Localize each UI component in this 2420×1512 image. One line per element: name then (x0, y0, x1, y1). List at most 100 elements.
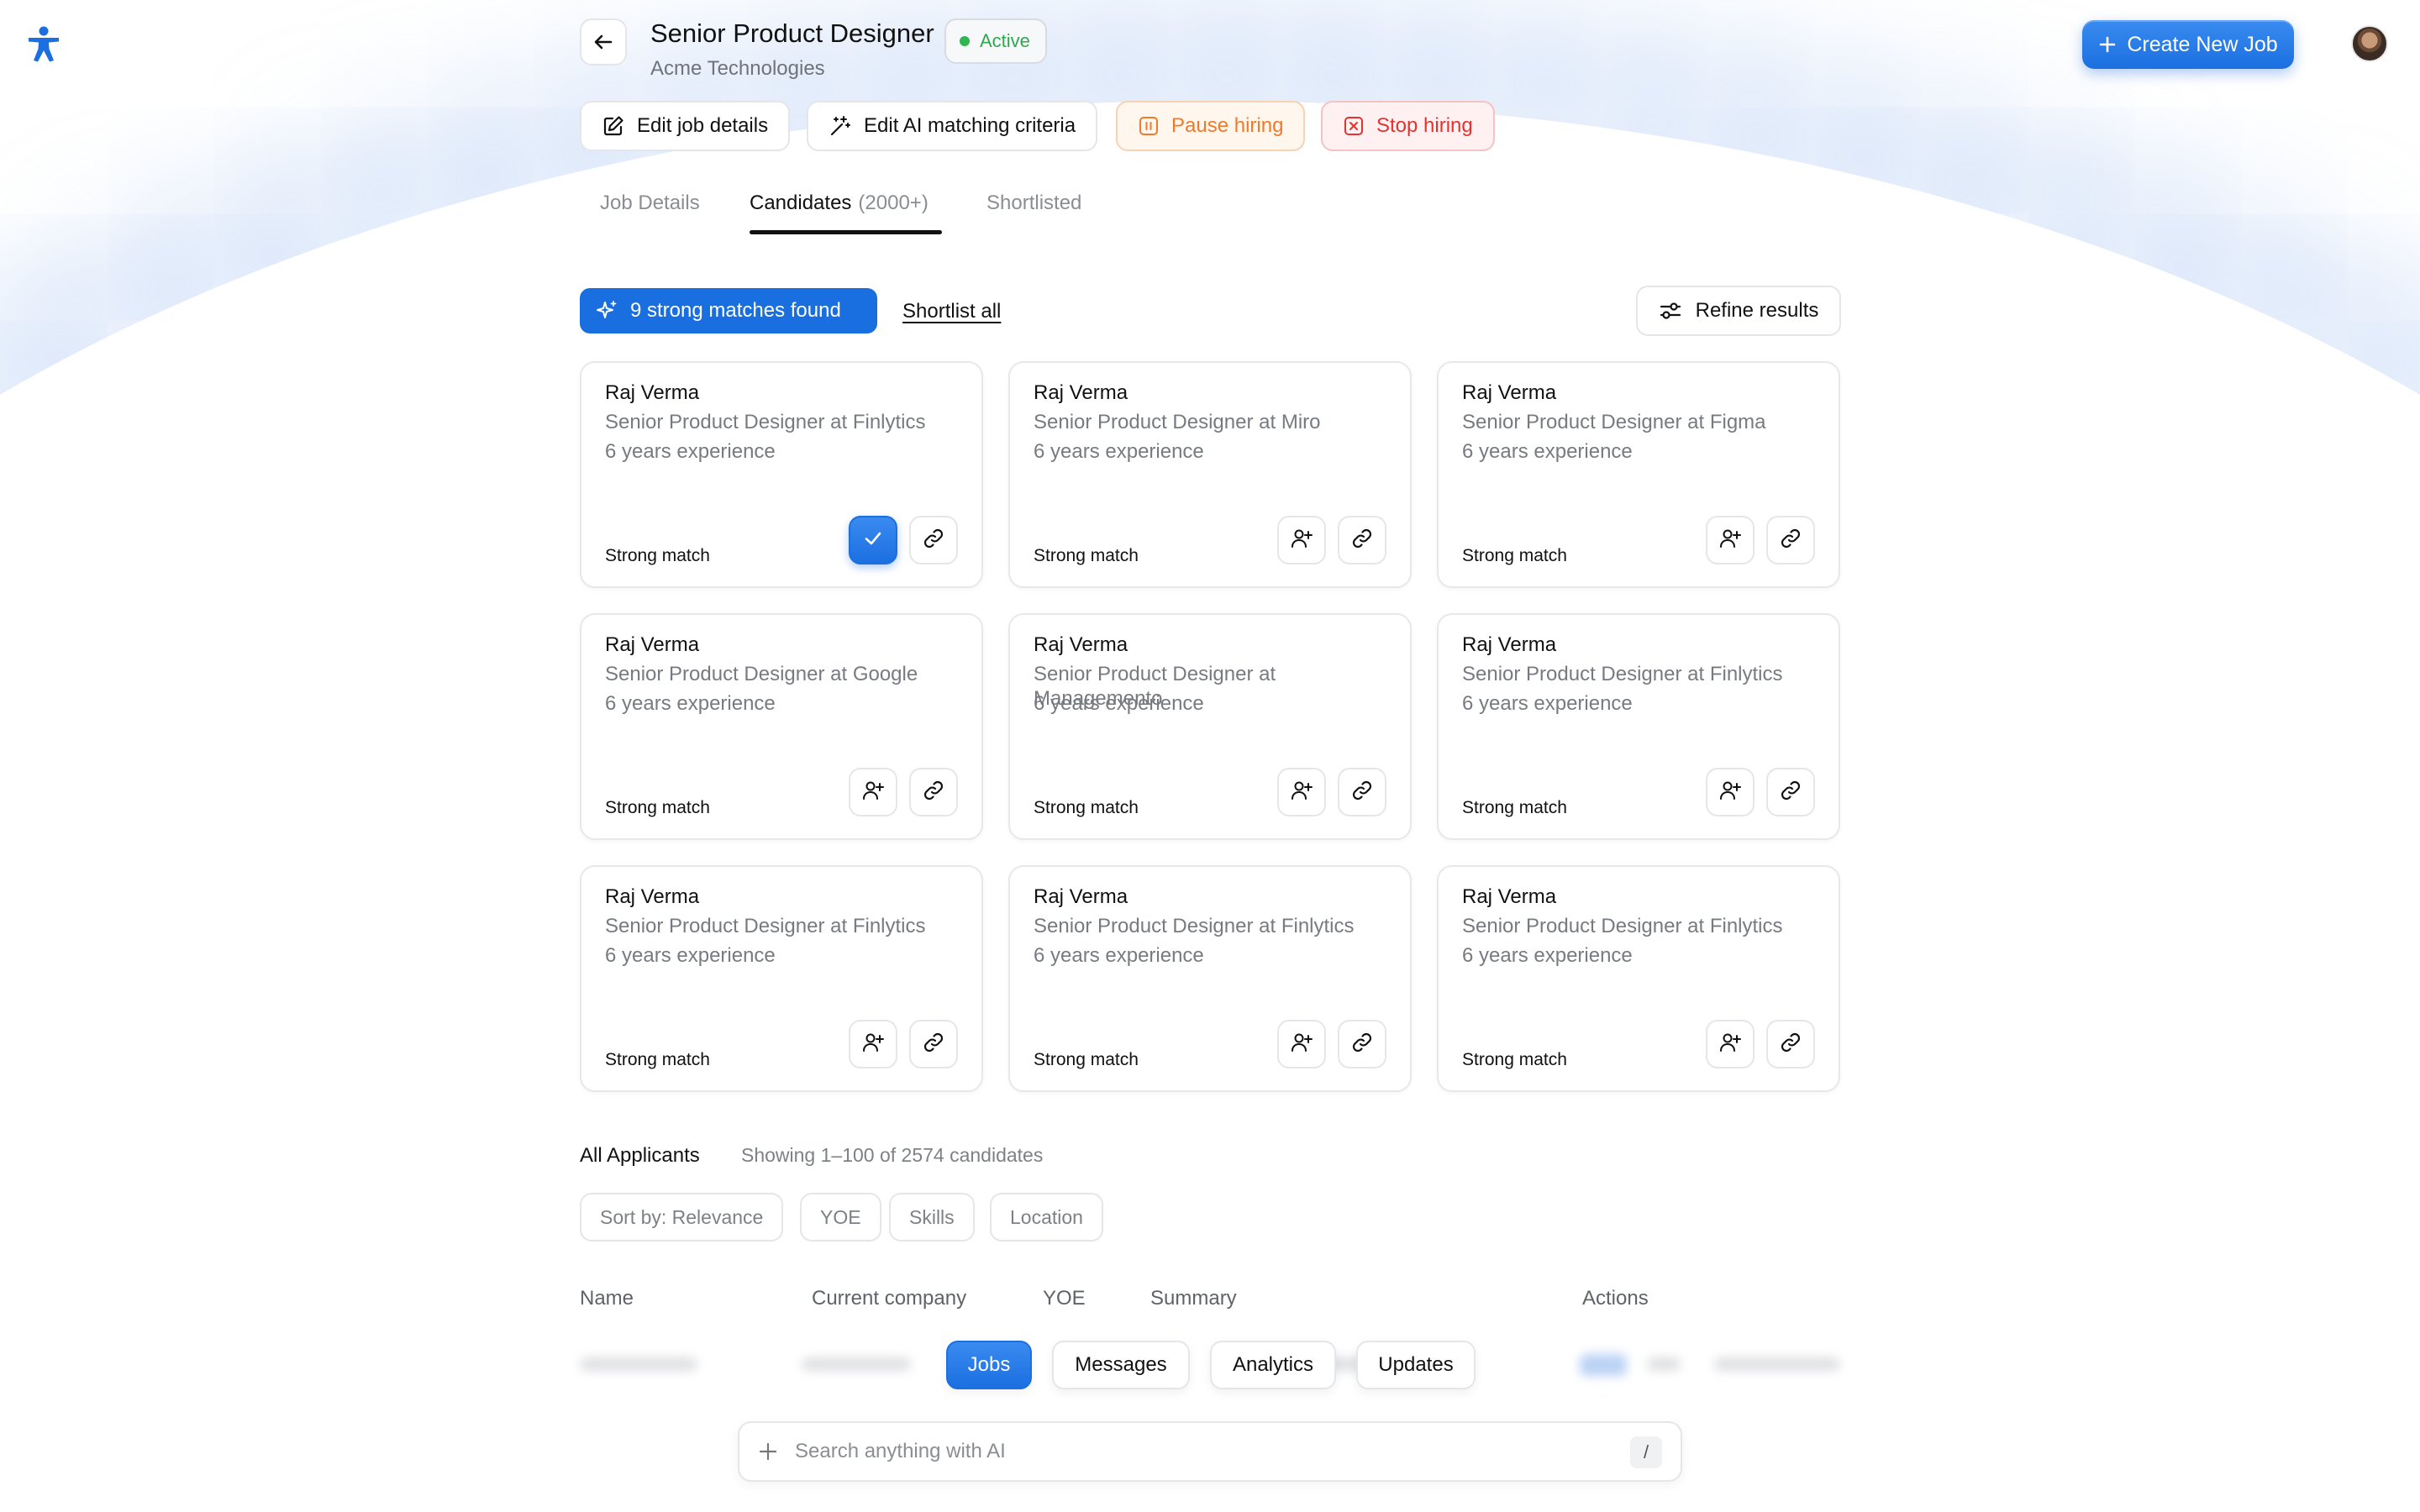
nav-jobs[interactable]: Jobs (946, 1341, 1032, 1389)
nav-analytics[interactable]: Analytics (1210, 1341, 1336, 1389)
candidate-card[interactable]: Raj Verma Senior Product Designer at Miro… (1008, 361, 1412, 588)
refine-results-label: Refine results (1695, 299, 1819, 322)
candidate-card[interactable]: Raj Verma Senior Product Designer at Finl… (1437, 613, 1840, 840)
candidate-card[interactable]: Raj Verma Senior Product Designer at Finl… (580, 865, 983, 1092)
ai-search-bar[interactable]: Search anything with AI / (738, 1421, 1682, 1482)
shortlist-candidate-button[interactable] (849, 1020, 897, 1068)
candidate-experience: 6 years experience (605, 440, 776, 463)
check-icon (862, 528, 884, 554)
edit-ai-criteria-button[interactable]: Edit AI matching criteria (807, 101, 1098, 151)
candidate-name: Raj Verma (605, 885, 700, 908)
link-icon (922, 527, 945, 554)
copy-link-button[interactable] (909, 516, 958, 564)
match-label: Strong match (1034, 1050, 1139, 1069)
magic-wand-icon (830, 116, 850, 136)
active-tab-indicator (750, 230, 942, 234)
user-plus-icon (1718, 527, 1742, 554)
strong-matches-label: 9 strong matches found (630, 299, 841, 322)
link-icon (922, 1031, 945, 1058)
candidate-name: Raj Verma (1462, 633, 1557, 656)
user-plus-icon (861, 1031, 885, 1058)
copy-link-button[interactable] (909, 768, 958, 816)
candidate-card[interactable]: Raj Verma Senior Product Designer at Finl… (1437, 865, 1840, 1092)
candidate-card[interactable]: Raj Verma Senior Product Designer at Finl… (1008, 865, 1412, 1092)
refine-results-button[interactable]: Refine results (1636, 286, 1841, 336)
stop-hiring-label: Stop hiring (1376, 114, 1473, 137)
stop-hiring-button[interactable]: Stop hiring (1321, 101, 1495, 151)
candidate-name: Raj Verma (605, 381, 700, 404)
match-label: Strong match (1462, 798, 1567, 817)
shortlist-candidate-button[interactable] (849, 768, 897, 816)
tab-job-details[interactable]: Job Details (600, 192, 700, 215)
pause-hiring-button[interactable]: Pause hiring (1116, 101, 1306, 151)
copy-link-button[interactable] (1766, 1020, 1815, 1068)
nav-messages[interactable]: Messages (1052, 1341, 1190, 1389)
candidate-name: Raj Verma (1034, 381, 1128, 404)
column-header-summary[interactable]: Summary (1150, 1287, 1237, 1310)
create-new-job-button[interactable]: Create New Job (2082, 20, 2294, 69)
user-plus-icon (1290, 1031, 1313, 1058)
sparkle-icon (597, 301, 617, 318)
candidate-card[interactable]: Raj Verma Senior Product Designer at Mana… (1008, 613, 1412, 840)
user-plus-icon (1290, 779, 1313, 806)
shortlisted-check-button[interactable] (849, 516, 897, 564)
column-header-name[interactable]: Name (580, 1287, 634, 1310)
back-button[interactable] (580, 18, 627, 66)
match-label: Strong match (605, 798, 710, 817)
copy-link-button[interactable] (1766, 768, 1815, 816)
edit-job-details-button[interactable]: Edit job details (580, 101, 791, 151)
link-icon (1779, 527, 1802, 554)
link-icon (1350, 527, 1374, 554)
accessibility-logo-icon[interactable] (24, 24, 64, 64)
candidate-name: Raj Verma (1034, 885, 1128, 908)
candidate-card[interactable]: Raj Verma Senior Product Designer at Figm… (1437, 361, 1840, 588)
copy-link-button[interactable] (909, 1020, 958, 1068)
candidate-name: Raj Verma (1462, 885, 1557, 908)
filter-skills-chip[interactable]: Skills (889, 1193, 975, 1242)
candidate-role: Senior Product Designer at Miro (1034, 411, 1321, 433)
column-header-yoe[interactable]: YOE (1043, 1287, 1086, 1310)
candidate-card[interactable]: Raj Verma Senior Product Designer at Finl… (580, 361, 983, 588)
copy-link-button[interactable] (1338, 1020, 1386, 1068)
search-input[interactable]: Search anything with AI (795, 1440, 1006, 1463)
tab-candidates-label: Candidates (750, 192, 852, 214)
avatar[interactable] (2351, 25, 2388, 62)
link-icon (1779, 779, 1802, 806)
shortlist-candidate-button[interactable] (1277, 768, 1326, 816)
user-plus-icon (861, 779, 885, 806)
candidate-role: Senior Product Designer at Finlytics (1462, 663, 1783, 685)
shortlist-candidate-button[interactable] (1277, 516, 1326, 564)
edit-ai-criteria-label: Edit AI matching criteria (864, 114, 1076, 137)
shortlist-all-link[interactable]: Shortlist all (902, 300, 1001, 323)
shortlist-candidate-button[interactable] (1706, 516, 1754, 564)
nav-updates[interactable]: Updates (1356, 1341, 1476, 1389)
user-plus-icon (1718, 1031, 1742, 1058)
candidate-role: Senior Product Designer at Finlytics (1462, 915, 1783, 937)
copy-link-button[interactable] (1766, 516, 1815, 564)
shortlist-candidate-button[interactable] (1706, 1020, 1754, 1068)
candidate-role: Senior Product Designer at Finlytics (1034, 915, 1355, 937)
link-icon (922, 779, 945, 806)
plus-icon[interactable] (758, 1441, 778, 1462)
keyboard-shortcut-hint: / (1630, 1436, 1662, 1468)
candidate-experience: 6 years experience (1034, 692, 1204, 715)
shortlist-candidate-button[interactable] (1277, 1020, 1326, 1068)
pause-icon (1139, 117, 1158, 135)
tab-candidates[interactable]: Candidates (2000+) (750, 192, 929, 215)
column-header-actions[interactable]: Actions (1582, 1287, 1649, 1310)
copy-link-button[interactable] (1338, 516, 1386, 564)
candidate-experience: 6 years experience (1462, 440, 1633, 463)
tab-shortlisted[interactable]: Shortlisted (986, 192, 1081, 215)
candidate-experience: 6 years experience (1034, 440, 1204, 463)
shortlist-candidate-button[interactable] (1706, 768, 1754, 816)
candidate-card[interactable]: Raj Verma Senior Product Designer at Goog… (580, 613, 983, 840)
copy-link-button[interactable] (1338, 768, 1386, 816)
filter-location-chip[interactable]: Location (990, 1193, 1103, 1242)
filter-yoe-chip[interactable]: YOE (800, 1193, 881, 1242)
column-header-company[interactable]: Current company (812, 1287, 966, 1310)
status-label: Active (980, 30, 1030, 51)
sort-relevance-chip[interactable]: Sort by: Relevance (580, 1193, 784, 1242)
stop-icon (1344, 117, 1363, 135)
edit-icon (603, 116, 623, 136)
candidate-experience: 6 years experience (1034, 944, 1204, 967)
